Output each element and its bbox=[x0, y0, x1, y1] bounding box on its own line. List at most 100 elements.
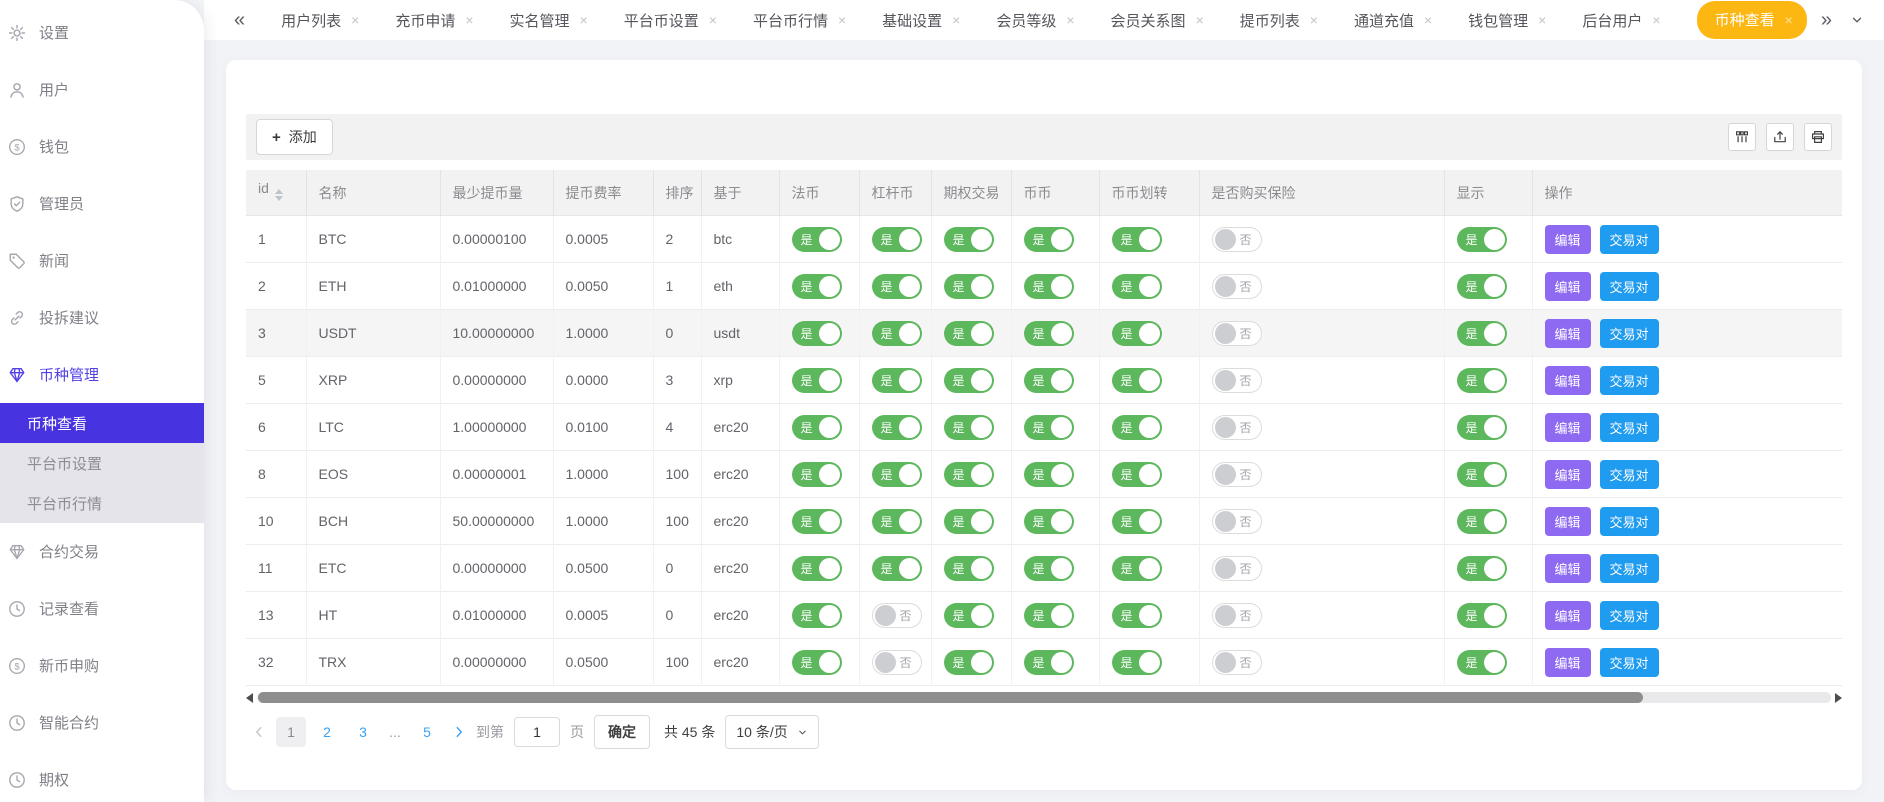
sidebar-subitem-platform-coin-settings[interactable]: 平台币设置 bbox=[0, 443, 204, 483]
tab-item[interactable]: 平台币行情× bbox=[753, 10, 846, 31]
insurance-toggle[interactable]: 否 bbox=[1212, 462, 1262, 487]
coin-toggle[interactable]: 是 bbox=[1024, 227, 1074, 252]
option-toggle[interactable]: 是 bbox=[944, 368, 994, 393]
lever-toggle[interactable]: 是 bbox=[872, 462, 922, 487]
fiat-toggle[interactable]: 是 bbox=[792, 321, 842, 346]
tab-item[interactable]: 后台用户× bbox=[1582, 10, 1660, 31]
option-toggle[interactable]: 是 bbox=[944, 415, 994, 440]
tab-item[interactable]: 充币申请× bbox=[395, 10, 473, 31]
edit-button[interactable]: 编辑 bbox=[1545, 272, 1591, 301]
coin-toggle[interactable]: 是 bbox=[1024, 650, 1074, 675]
edit-button[interactable]: 编辑 bbox=[1545, 554, 1591, 583]
sidebar-item-smart-contract[interactable]: 智能合约 bbox=[0, 694, 204, 751]
prev-page-button[interactable] bbox=[252, 725, 266, 739]
sidebar-item-news[interactable]: 新闻 bbox=[0, 232, 204, 289]
pair-button[interactable]: 交易对 bbox=[1600, 507, 1659, 536]
tab-close-icon[interactable]: × bbox=[1310, 12, 1318, 28]
sidebar-item-options[interactable]: 期权 bbox=[0, 751, 204, 802]
fiat-toggle[interactable]: 是 bbox=[792, 368, 842, 393]
show-toggle[interactable]: 是 bbox=[1457, 227, 1507, 252]
tab-item[interactable]: 会员等级× bbox=[996, 10, 1074, 31]
insurance-toggle[interactable]: 否 bbox=[1212, 274, 1262, 299]
insurance-toggle[interactable]: 否 bbox=[1212, 650, 1262, 675]
sidebar-item-settings[interactable]: 设置 bbox=[0, 4, 204, 61]
tab-close-icon[interactable]: × bbox=[838, 12, 846, 28]
edit-button[interactable]: 编辑 bbox=[1545, 648, 1591, 677]
transfer-toggle[interactable]: 是 bbox=[1112, 603, 1162, 628]
tab-item[interactable]: 通道充值× bbox=[1354, 10, 1432, 31]
pair-button[interactable]: 交易对 bbox=[1600, 460, 1659, 489]
insurance-toggle[interactable]: 否 bbox=[1212, 603, 1262, 628]
lever-toggle[interactable]: 否 bbox=[872, 603, 922, 628]
lever-toggle[interactable]: 是 bbox=[872, 509, 922, 534]
transfer-toggle[interactable]: 是 bbox=[1112, 321, 1162, 346]
edit-button[interactable]: 编辑 bbox=[1545, 601, 1591, 630]
coin-toggle[interactable]: 是 bbox=[1024, 603, 1074, 628]
option-toggle[interactable]: 是 bbox=[944, 509, 994, 534]
column-header-id[interactable]: id bbox=[246, 170, 306, 216]
tab-item[interactable]: 币种查看× bbox=[1697, 1, 1807, 39]
transfer-toggle[interactable]: 是 bbox=[1112, 509, 1162, 534]
option-toggle[interactable]: 是 bbox=[944, 556, 994, 581]
show-toggle[interactable]: 是 bbox=[1457, 368, 1507, 393]
lever-toggle[interactable]: 是 bbox=[872, 321, 922, 346]
fiat-toggle[interactable]: 是 bbox=[792, 603, 842, 628]
coin-toggle[interactable]: 是 bbox=[1024, 556, 1074, 581]
fiat-toggle[interactable]: 是 bbox=[792, 415, 842, 440]
transfer-toggle[interactable]: 是 bbox=[1112, 556, 1162, 581]
tab-close-icon[interactable]: × bbox=[709, 12, 717, 28]
fiat-toggle[interactable]: 是 bbox=[792, 509, 842, 534]
show-toggle[interactable]: 是 bbox=[1457, 650, 1507, 675]
pair-button[interactable]: 交易对 bbox=[1600, 601, 1659, 630]
sidebar-subitem-platform-coin-market[interactable]: 平台币行情 bbox=[0, 483, 204, 523]
print-button[interactable] bbox=[1804, 123, 1832, 151]
coin-toggle[interactable]: 是 bbox=[1024, 415, 1074, 440]
sort-icon[interactable] bbox=[275, 185, 283, 205]
coin-toggle[interactable]: 是 bbox=[1024, 368, 1074, 393]
scrollbar-track[interactable] bbox=[257, 692, 1831, 703]
tab-close-icon[interactable]: × bbox=[1785, 12, 1793, 28]
transfer-toggle[interactable]: 是 bbox=[1112, 415, 1162, 440]
page-number[interactable]: 3 bbox=[348, 717, 378, 747]
add-button[interactable]: + 添加 bbox=[256, 119, 333, 155]
insurance-toggle[interactable]: 否 bbox=[1212, 509, 1262, 534]
page-input[interactable] bbox=[514, 717, 560, 747]
tab-item[interactable]: 提币列表× bbox=[1240, 10, 1318, 31]
transfer-toggle[interactable]: 是 bbox=[1112, 274, 1162, 299]
tab-item[interactable]: 钱包管理× bbox=[1468, 10, 1546, 31]
page-number[interactable]: 1 bbox=[276, 717, 306, 747]
option-toggle[interactable]: 是 bbox=[944, 462, 994, 487]
sidebar-item-users[interactable]: 用户 bbox=[0, 61, 204, 118]
tab-close-icon[interactable]: × bbox=[351, 12, 359, 28]
insurance-toggle[interactable]: 否 bbox=[1212, 556, 1262, 581]
pair-button[interactable]: 交易对 bbox=[1600, 413, 1659, 442]
tabs-scroll-right-icon[interactable]: » bbox=[1821, 10, 1832, 30]
next-page-button[interactable] bbox=[452, 725, 466, 739]
fiat-toggle[interactable]: 是 bbox=[792, 462, 842, 487]
show-toggle[interactable]: 是 bbox=[1457, 603, 1507, 628]
tab-item[interactable]: 实名管理× bbox=[510, 10, 588, 31]
transfer-toggle[interactable]: 是 bbox=[1112, 368, 1162, 393]
option-toggle[interactable]: 是 bbox=[944, 227, 994, 252]
transfer-toggle[interactable]: 是 bbox=[1112, 462, 1162, 487]
tab-item[interactable]: 用户列表× bbox=[281, 10, 359, 31]
page-number[interactable]: 5 bbox=[412, 717, 442, 747]
tab-close-icon[interactable]: × bbox=[1652, 12, 1660, 28]
pair-button[interactable]: 交易对 bbox=[1600, 319, 1659, 348]
insurance-toggle[interactable]: 否 bbox=[1212, 227, 1262, 252]
tab-close-icon[interactable]: × bbox=[465, 12, 473, 28]
lever-toggle[interactable]: 是 bbox=[872, 556, 922, 581]
fiat-toggle[interactable]: 是 bbox=[792, 227, 842, 252]
show-toggle[interactable]: 是 bbox=[1457, 556, 1507, 581]
tab-close-icon[interactable]: × bbox=[1424, 12, 1432, 28]
insurance-toggle[interactable]: 否 bbox=[1212, 321, 1262, 346]
tab-item[interactable]: 平台币设置× bbox=[624, 10, 717, 31]
lever-toggle[interactable]: 是 bbox=[872, 227, 922, 252]
pair-button[interactable]: 交易对 bbox=[1600, 648, 1659, 677]
transfer-toggle[interactable]: 是 bbox=[1112, 227, 1162, 252]
sidebar-subitem-coin-view[interactable]: 币种查看 bbox=[0, 403, 204, 443]
column-settings-button[interactable] bbox=[1728, 123, 1756, 151]
tabs-menu-chevron-down-icon[interactable] bbox=[1850, 13, 1864, 27]
coin-toggle[interactable]: 是 bbox=[1024, 462, 1074, 487]
lever-toggle[interactable]: 是 bbox=[872, 415, 922, 440]
